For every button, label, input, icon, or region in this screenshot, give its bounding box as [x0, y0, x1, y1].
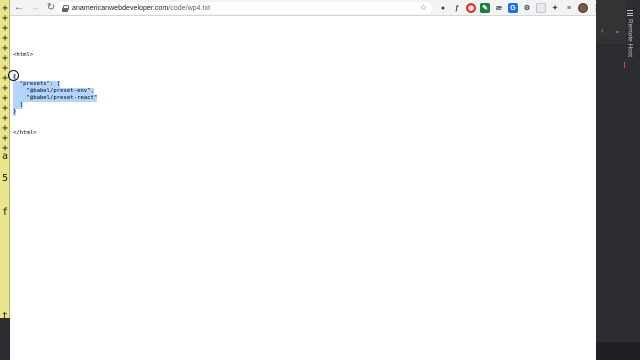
gutter-char: a — [2, 151, 9, 162]
gutter-char: 5 — [2, 173, 9, 184]
remote-host-label: Remote Host — [626, 19, 634, 57]
extension-blank-icon[interactable] — [536, 3, 546, 13]
chevron-down-icon[interactable]: ⌄ — [614, 26, 621, 35]
media-icon[interactable]: ≡ — [564, 3, 574, 13]
extension-gear-icon[interactable]: ⚙ — [522, 3, 532, 13]
forward-icon[interactable]: → — [28, 1, 42, 15]
extension-pen-icon[interactable]: ✎ — [480, 3, 490, 13]
code-line: <html> — [13, 52, 34, 58]
extension-ae-icon[interactable]: æ — [494, 3, 504, 13]
ide-left-gutter: + + + + + + + + + + + + + + + a 5 f t — [0, 0, 10, 360]
extension-function-icon[interactable]: ƒ — [452, 3, 462, 13]
browser-window: ← → ↻ anamericanwebdeveloper.com/code/wp… — [8, 0, 600, 360]
remote-host-tab[interactable]: Remote Host — [624, 10, 636, 70]
bookmark-star-icon[interactable]: ☆ — [420, 3, 427, 12]
extensions-puzzle-icon[interactable]: ✦ — [550, 3, 560, 13]
lock-icon — [62, 4, 69, 12]
ide-right-header — [596, 0, 626, 44]
gutter-char: f — [2, 207, 9, 218]
code-line-selected: "@babel/preset-env", — [13, 88, 94, 95]
browser-toolbar: ← → ↻ anamericanwebdeveloper.com/code/wp… — [10, 0, 600, 16]
profile-avatar[interactable] — [578, 3, 588, 13]
remote-host-icon — [627, 10, 633, 16]
url-path: /code/wp4.txt — [168, 4, 211, 12]
code-line-selected: "presets": [ — [13, 81, 61, 88]
extension-cookie-icon[interactable]: ● — [438, 3, 448, 13]
ide-left-bottom-bar — [0, 318, 10, 360]
extension-red-icon[interactable]: ◉ — [466, 3, 476, 13]
chevron-left-icon[interactable]: ‹ — [601, 26, 604, 35]
url-text[interactable]: anamericanwebdeveloper.com/code/wp4.txt — [72, 5, 210, 12]
mouse-cursor-highlight — [8, 70, 19, 81]
code-line-selected: } — [13, 109, 17, 116]
page-content: <html> { "presets": [ "@babel/preset-env… — [8, 17, 596, 360]
code-line-selected: "@babel/preset-react" — [13, 95, 98, 102]
code-line-selected: ] — [13, 102, 24, 109]
extensions-bar: ● ƒ ◉ ✎ æ G ⚙ ✦ ≡ ⋮ — [438, 2, 600, 14]
back-icon[interactable]: ← — [12, 1, 26, 15]
extension-translate-icon[interactable]: G — [508, 3, 518, 13]
url-domain: anamericanwebdeveloper.com — [72, 4, 169, 12]
ide-status-bar — [596, 342, 640, 360]
code-line: </html> — [13, 130, 37, 136]
address-bar[interactable]: anamericanwebdeveloper.com/code/wp4.txt … — [56, 2, 432, 14]
